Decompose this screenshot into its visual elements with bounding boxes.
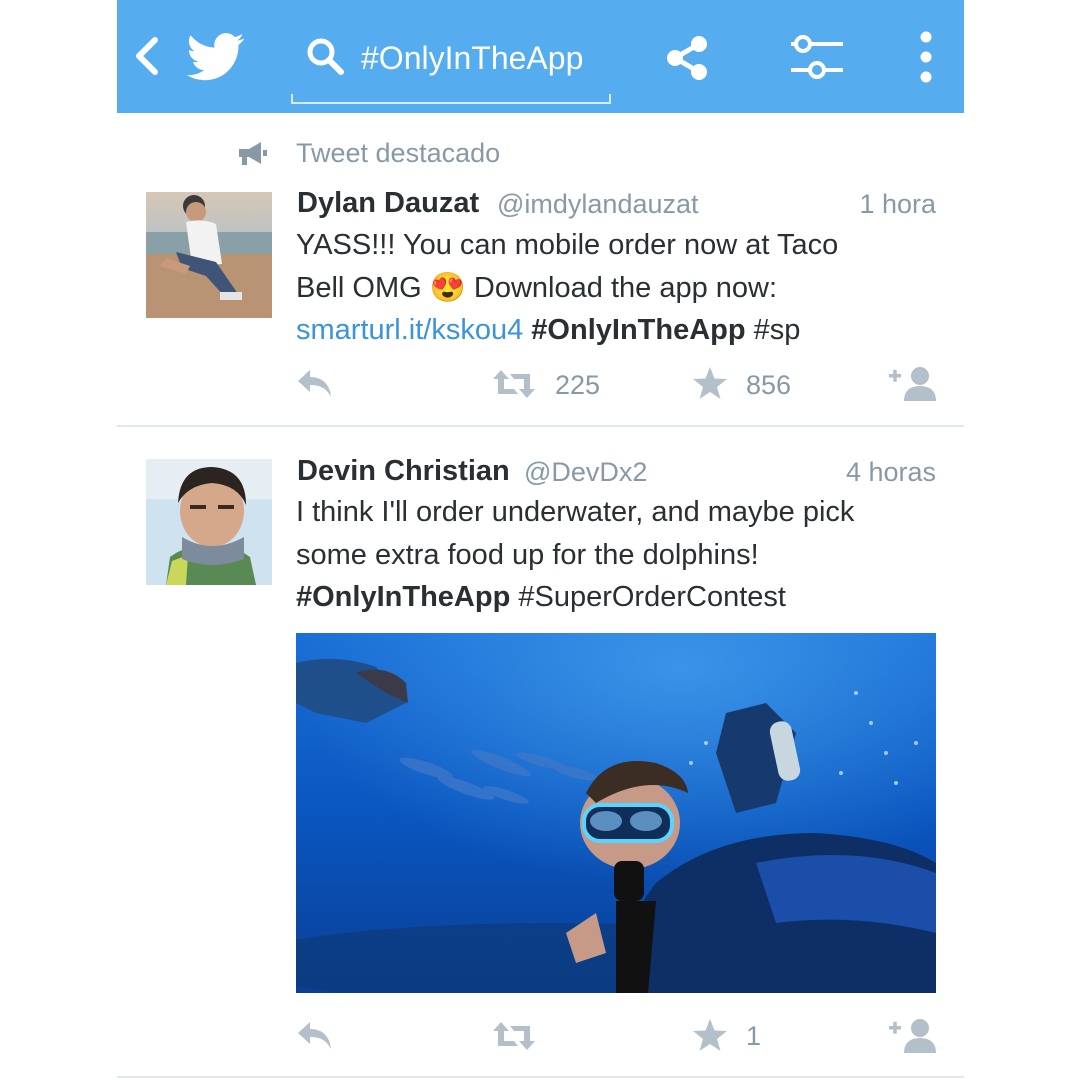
reply-icon	[298, 1022, 331, 1049]
hashtag-link[interactable]: #SuperOrderContest	[518, 581, 786, 613]
tweet-text-line: smarturl.it/kskou4 #OnlyInTheApp #sp	[296, 309, 946, 352]
search-field[interactable]: #OnlyInTheApp	[291, 30, 613, 104]
tweet-media-image[interactable]	[296, 633, 936, 993]
overflow-menu-button[interactable]	[915, 30, 937, 84]
follow-button[interactable]	[888, 366, 938, 402]
tweet-divider	[117, 425, 964, 427]
tweet-author-handle[interactable]: @imdylandauzat	[497, 185, 699, 223]
follow-button[interactable]	[888, 1018, 938, 1054]
filter-button[interactable]	[789, 34, 845, 80]
twitter-logo[interactable]	[186, 32, 245, 82]
share-icon	[667, 36, 707, 80]
tweet-text-line: I think I'll order underwater, and maybe…	[296, 496, 855, 528]
top-app-bar: #OnlyInTheApp	[117, 0, 964, 113]
search-query-text: #OnlyInTheApp	[361, 40, 584, 76]
twitter-bird-icon	[186, 33, 245, 81]
search-icon	[307, 38, 344, 75]
twitter-app-screen: #OnlyInTheApp Tweet destacado Dylan Dauz…	[117, 0, 964, 1080]
retweet-icon	[493, 1022, 535, 1050]
retweet-icon	[493, 370, 535, 398]
star-icon	[693, 1019, 727, 1051]
tweet-author-name[interactable]: Devin Christian	[297, 452, 510, 490]
tweet-text-segment: Download the app now:	[465, 271, 778, 304]
tweet-text-line: YASS!!! You can mobile order now at Taco	[296, 229, 839, 261]
underwater-photo	[296, 633, 936, 993]
retweet-button[interactable]	[492, 1020, 536, 1052]
back-button[interactable]	[131, 36, 165, 76]
reply-button[interactable]	[296, 1020, 334, 1052]
favorite-count: 1	[746, 1021, 762, 1051]
retweet-count: 225	[555, 370, 601, 400]
hashtag-link[interactable]: #OnlyInTheApp	[296, 581, 510, 613]
tweet-text: I think I'll order underwater, and maybe…	[296, 491, 946, 619]
search-underline	[291, 94, 611, 104]
star-icon	[693, 367, 727, 399]
tweet-author-name[interactable]: Dylan Dauzat	[297, 184, 479, 222]
follow-user-icon	[889, 367, 936, 401]
sliders-icon	[791, 35, 843, 79]
promoted-label-text: Tweet destacado	[296, 138, 501, 168]
follow-user-icon	[889, 1019, 936, 1053]
tweet-author-handle[interactable]: @DevDx2	[524, 453, 647, 491]
megaphone-icon	[239, 142, 267, 165]
avatar[interactable]	[146, 459, 272, 585]
retweet-button[interactable]	[492, 368, 536, 400]
favorite-button[interactable]	[692, 366, 728, 400]
heart-eyes-emoji: 😍	[429, 271, 466, 304]
avatar-photo	[146, 192, 272, 318]
chevron-left-icon	[136, 37, 158, 75]
tweet-text-line: Bell OMG 😍 Download the app now:	[296, 267, 946, 310]
more-vertical-icon	[920, 31, 932, 83]
tweet-timestamp[interactable]: 1 hora	[859, 185, 936, 223]
favorite-count: 856	[746, 370, 792, 400]
tweet-text-line: some extra food up for the dolphins!	[296, 538, 759, 571]
tweet-link[interactable]: smarturl.it/kskou4	[296, 314, 523, 346]
favorite-button[interactable]	[692, 1018, 728, 1052]
tweet-text: YASS!!! You can mobile order now at Taco…	[296, 224, 946, 352]
tweet-timestamp[interactable]: 4 horas	[846, 453, 936, 491]
avatar-photo	[146, 459, 272, 585]
reply-icon	[298, 370, 331, 397]
hashtag-link[interactable]: #sp	[754, 314, 801, 346]
tweet-divider	[117, 1076, 964, 1078]
tweet-text-segment: Bell OMG	[296, 271, 422, 304]
reply-button[interactable]	[296, 368, 334, 400]
hashtag-link[interactable]: #OnlyInTheApp	[531, 314, 745, 346]
tweet-text-line: #OnlyInTheApp #SuperOrderContest	[296, 576, 946, 619]
share-button[interactable]	[663, 34, 711, 82]
avatar[interactable]	[146, 192, 272, 318]
